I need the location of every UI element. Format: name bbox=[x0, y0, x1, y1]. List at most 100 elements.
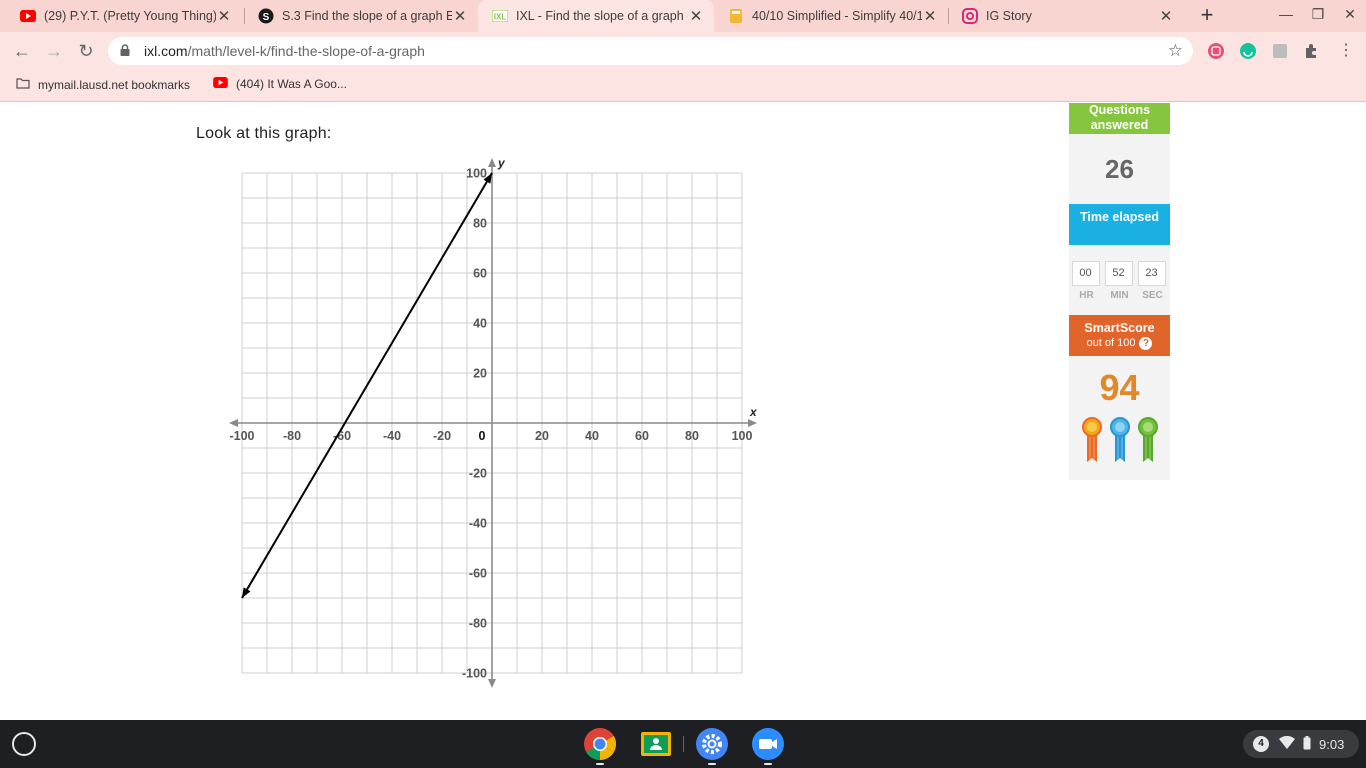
bookmark-youtube[interactable]: (404) It Was A Goo... bbox=[213, 77, 347, 91]
y-tick-label: 20 bbox=[473, 367, 487, 381]
new-tab-icon[interactable]: + bbox=[1196, 4, 1218, 26]
tab-title: IG Story bbox=[986, 9, 1032, 23]
timer-seconds-value: 23 bbox=[1137, 261, 1166, 286]
smartscore-scale: out of 100 bbox=[1086, 337, 1136, 349]
back-icon[interactable]: ← bbox=[11, 40, 33, 62]
y-tick-label: -100 bbox=[462, 667, 487, 681]
y-tick-label: 80 bbox=[473, 217, 487, 231]
smartscore-title: SmartScore bbox=[1084, 321, 1155, 335]
zoom-active-indicator bbox=[764, 763, 772, 765]
x-tick-label: 20 bbox=[535, 429, 549, 443]
tab-simplify[interactable]: 40/10 Simplified - Simplify 40/1 ✕ bbox=[714, 0, 948, 32]
help-icon[interactable]: ? bbox=[1139, 336, 1153, 350]
award-ribbons bbox=[1069, 416, 1170, 464]
close-tab-icon[interactable]: ✕ bbox=[216, 7, 232, 25]
y-tick-label: -40 bbox=[469, 517, 487, 531]
smartscore-value: 94 bbox=[1099, 367, 1140, 408]
youtube-icon bbox=[20, 8, 36, 24]
chrome-active-indicator bbox=[596, 763, 604, 765]
calculator-icon bbox=[728, 8, 744, 24]
chrome-icon[interactable] bbox=[584, 728, 617, 761]
tab-title: S.3 Find the slope of a graph E7 bbox=[282, 9, 452, 23]
green-ribbon-icon bbox=[1137, 417, 1158, 462]
x-tick-label: 100 bbox=[732, 429, 753, 443]
time-elapsed-header: Time elapsed bbox=[1069, 204, 1170, 245]
timer: 00 HR 52 MIN 23 SEC bbox=[1069, 245, 1170, 315]
x-tick-label: -100 bbox=[229, 429, 254, 443]
url-host: ixl.com bbox=[144, 43, 188, 59]
timer-hours-label: HR bbox=[1079, 290, 1094, 301]
smartscore-body: 94 bbox=[1069, 356, 1170, 480]
x-tick-label: -80 bbox=[283, 429, 301, 443]
tab-sora-slope[interactable]: S S.3 Find the slope of a graph E7 ✕ bbox=[244, 0, 478, 32]
notification-count[interactable]: 4 bbox=[1253, 736, 1269, 752]
minimize-icon[interactable]: — bbox=[1276, 6, 1296, 26]
svg-text:S: S bbox=[263, 12, 270, 23]
x-tick-label: 60 bbox=[635, 429, 649, 443]
close-tab-icon[interactable]: ✕ bbox=[922, 7, 938, 25]
bookmark-label: mymail.lausd.net bookmarks bbox=[38, 77, 191, 92]
smartscore-header: SmartScore out of 100 ? bbox=[1069, 315, 1170, 356]
launcher-icon[interactable] bbox=[12, 732, 36, 756]
y-tick-label: -80 bbox=[469, 617, 487, 631]
ixl-icon: IXL bbox=[492, 8, 508, 24]
y-axis-label: y bbox=[497, 156, 506, 170]
x-tick-label: 40 bbox=[585, 429, 599, 443]
stats-panel: Questions answered 26 Time elapsed 00 HR… bbox=[1069, 103, 1170, 480]
classroom-icon[interactable] bbox=[640, 728, 672, 760]
close-tab-icon[interactable]: ✕ bbox=[688, 7, 704, 25]
x-tick-label: -20 bbox=[433, 429, 451, 443]
smartscore-subtitle: out of 100 ? bbox=[1069, 336, 1170, 350]
timer-hours: 00 HR bbox=[1071, 261, 1102, 315]
url-path: /math/level-k/find-the-slope-of-a-graph bbox=[187, 43, 425, 59]
address-bar[interactable]: ixl.com/math/level-k/find-the-slope-of-a… bbox=[108, 37, 1193, 65]
restore-icon[interactable]: ❐ bbox=[1308, 6, 1328, 26]
tab-title: IXL - Find the slope of a graph (I bbox=[516, 9, 688, 23]
settings-active-indicator bbox=[708, 763, 716, 765]
tab-ixl-slope[interactable]: IXL IXL - Find the slope of a graph (I ✕ bbox=[478, 0, 714, 32]
reload-icon[interactable]: ↻ bbox=[75, 40, 97, 62]
x-tick-label: -60 bbox=[333, 429, 351, 443]
close-tab-icon[interactable]: ✕ bbox=[1158, 7, 1174, 25]
series-arrow-start bbox=[242, 587, 251, 598]
grammar-extension-icon[interactable] bbox=[1239, 42, 1257, 60]
lock-icon bbox=[120, 43, 134, 59]
tab-youtube-pyt[interactable]: (29) P.Y.T. (Pretty Young Thing) ✕ bbox=[6, 0, 242, 32]
close-window-icon[interactable]: ✕ bbox=[1340, 6, 1360, 26]
y-axis-arrow-up bbox=[488, 158, 496, 167]
bookmarks-bar: mymail.lausd.net bookmarks (404) It Was … bbox=[0, 70, 1366, 102]
folder-icon bbox=[16, 77, 30, 92]
x-tick-label: 0 bbox=[479, 429, 486, 443]
y-tick-label: 100 bbox=[466, 167, 487, 181]
tab-ig-story[interactable]: IG Story ✕ bbox=[948, 0, 1184, 32]
bookmark-folder[interactable]: mymail.lausd.net bookmarks bbox=[16, 77, 190, 92]
menu-kebab-icon[interactable]: ⋮ bbox=[1337, 42, 1355, 60]
graph-axes: xy bbox=[229, 156, 758, 688]
close-tab-icon[interactable]: ✕ bbox=[452, 7, 468, 25]
puzzle-grey-extension-icon[interactable] bbox=[1271, 42, 1289, 60]
questions-answered-header: Questions answered bbox=[1069, 103, 1170, 134]
blue-ribbon-icon bbox=[1109, 417, 1130, 462]
x-axis-arrow-right bbox=[748, 419, 757, 427]
y-tick-label: 40 bbox=[473, 317, 487, 331]
timer-minutes-value: 52 bbox=[1104, 261, 1133, 286]
zoom-icon[interactable] bbox=[752, 728, 784, 760]
battery-icon bbox=[1303, 735, 1311, 753]
timer-seconds-label: SEC bbox=[1142, 290, 1163, 301]
gold-ribbon-icon bbox=[1081, 417, 1102, 462]
question-prompt: Look at this graph: bbox=[196, 125, 332, 142]
tab-title: (29) P.Y.T. (Pretty Young Thing) bbox=[44, 9, 216, 23]
timer-minutes-label: MIN bbox=[1110, 290, 1129, 301]
timer-hours-value: 00 bbox=[1071, 261, 1100, 286]
settings-icon[interactable] bbox=[696, 728, 728, 760]
shelf-divider bbox=[683, 736, 684, 752]
forward-icon[interactable]: → bbox=[43, 40, 65, 62]
clock: 9:03 bbox=[1319, 736, 1345, 752]
bookmark-star-icon[interactable]: ☆ bbox=[1168, 41, 1183, 61]
extensions-icon[interactable] bbox=[1303, 42, 1321, 60]
x-tick-label: -40 bbox=[383, 429, 401, 443]
status-area[interactable]: 4 9:03 bbox=[1243, 730, 1359, 758]
instagram-extension-icon[interactable] bbox=[1207, 42, 1225, 60]
x-tick-label: 80 bbox=[685, 429, 699, 443]
instagram-icon bbox=[962, 8, 978, 24]
